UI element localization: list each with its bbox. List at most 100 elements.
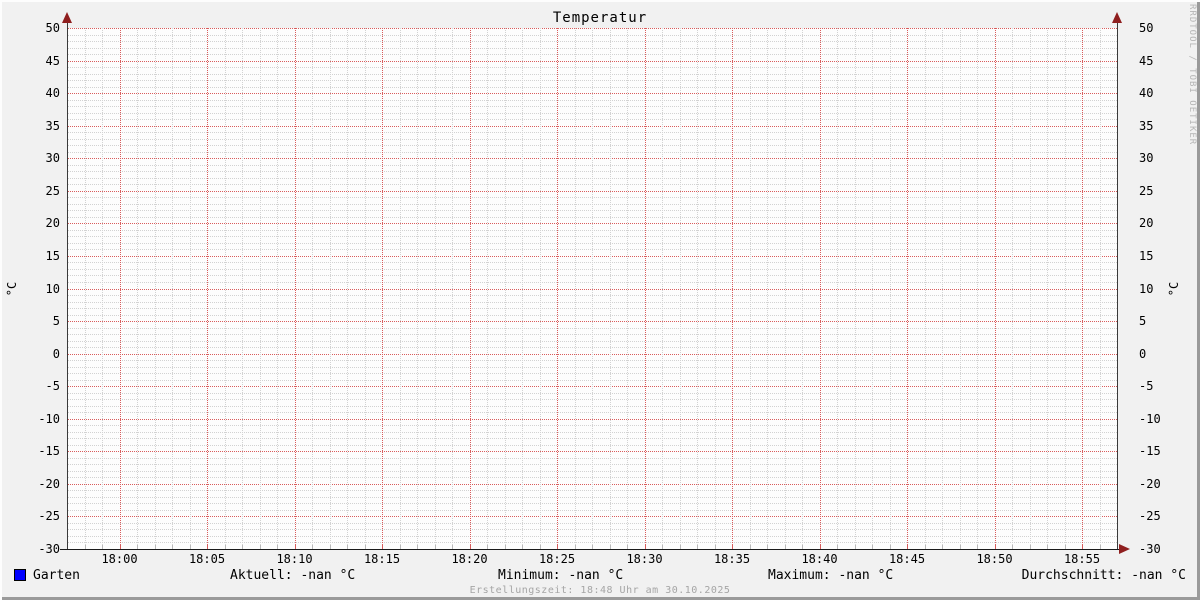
minor-gridline-v xyxy=(977,28,978,549)
minor-gridline-v xyxy=(347,28,348,549)
minor-gridline-v xyxy=(749,28,751,549)
minor-gridline-v xyxy=(259,28,261,549)
minor-gridline-v xyxy=(889,28,891,549)
minor-gridline-v xyxy=(609,28,611,549)
y-tick-label-right: 45 xyxy=(1139,53,1154,68)
minor-gridline-v xyxy=(277,28,278,549)
x-tick-label: 18:45 xyxy=(888,552,926,566)
y-tick-label-right: 35 xyxy=(1139,118,1154,133)
y-tick-label-right: 20 xyxy=(1139,216,1154,231)
minor-gridline-v xyxy=(662,28,663,549)
rrdtool-watermark: RRDTOOL / TOBI OETIKER xyxy=(1187,4,1197,146)
y-axis-arrow-right-icon xyxy=(1112,12,1122,23)
y-tick-label-left: -25 xyxy=(38,509,60,524)
creation-timestamp: Erstellungszeit: 18:48 Uhr am 30.10.2025 xyxy=(469,585,731,596)
y-tick-label-right: -10 xyxy=(1139,411,1161,426)
minor-gridline-v xyxy=(452,28,453,549)
major-gridline-v xyxy=(557,28,558,549)
y-tick-label-right: 10 xyxy=(1139,281,1154,296)
major-gridline-v xyxy=(207,28,208,549)
y-tick-label-right: 50 xyxy=(1139,21,1154,35)
y-tick-label-left: -20 xyxy=(38,476,60,491)
x-tick-label: 18:20 xyxy=(451,552,488,566)
x-tick-label: 18:05 xyxy=(188,552,226,566)
major-gridline-v xyxy=(644,28,646,549)
minor-gridline-v xyxy=(872,28,873,549)
y-tick-label-right: 30 xyxy=(1139,151,1154,166)
y-tick-label-left: -10 xyxy=(38,411,60,426)
legend-row: Garten Aktuell: -nan °C Minimum: -nan °C… xyxy=(0,567,1200,583)
y-tick-label-left: 20 xyxy=(45,216,60,231)
minor-gridline-v xyxy=(592,28,593,549)
y-tick-label-right: -30 xyxy=(1139,542,1161,556)
major-gridline-v xyxy=(1082,28,1083,549)
x-tick-label: 18:50 xyxy=(976,552,1013,566)
minor-gridline-v xyxy=(679,28,681,549)
minor-gridline-v xyxy=(574,28,576,549)
y-tick-label-left: 10 xyxy=(45,281,60,296)
x-tick-label: 18:25 xyxy=(538,552,576,566)
minor-gridline-v xyxy=(1029,28,1031,549)
x-axis-arrow-icon xyxy=(1119,544,1130,554)
major-gridline-v xyxy=(469,28,471,549)
y-tick-label-left: 45 xyxy=(45,53,60,68)
stat-minimum: Minimum: -nan °C xyxy=(498,568,624,583)
rrdtool-graph: Temperatur RRDTOOL / TOBI OETIKER °C °C … xyxy=(0,0,1200,600)
y-tick-label-left: 5 xyxy=(52,314,60,329)
stat-maximum: Maximum: -nan °C xyxy=(768,568,894,583)
y-axis-line-left xyxy=(67,18,68,549)
minor-gridline-v xyxy=(522,28,523,549)
y-tick-label-right: 25 xyxy=(1139,183,1154,198)
minor-gridline-v xyxy=(224,28,226,549)
x-tick-label: 18:35 xyxy=(713,552,751,566)
minor-gridline-v xyxy=(539,28,541,549)
y-tick-label-left: 0 xyxy=(52,346,60,361)
minor-gridline-v xyxy=(364,28,366,549)
major-gridline-v xyxy=(732,28,733,549)
minor-gridline-v xyxy=(837,28,838,549)
y-tick-label-left: 35 xyxy=(45,118,60,133)
major-gridline-v xyxy=(994,28,996,549)
y-tick-label-right: 15 xyxy=(1139,248,1154,263)
major-gridline-v xyxy=(294,28,296,549)
y-axis-arrow-left-icon xyxy=(62,12,72,23)
minor-gridline-v xyxy=(189,28,191,549)
minor-gridline-v xyxy=(942,28,943,549)
minor-gridline-v xyxy=(714,28,716,549)
minor-gridline-v xyxy=(1047,28,1048,549)
minor-gridline-v xyxy=(84,28,86,549)
minor-gridline-v xyxy=(1099,28,1101,549)
minor-gridline-v xyxy=(767,28,768,549)
minor-gridline-v xyxy=(399,28,401,549)
y-tick-label-left: 40 xyxy=(45,86,60,101)
minor-gridline-v xyxy=(172,28,173,549)
minor-gridline-v xyxy=(697,28,698,549)
minor-gridline-v xyxy=(802,28,803,549)
major-gridline-v xyxy=(819,28,821,549)
y-tick-label-left: 15 xyxy=(45,248,60,263)
y-tick-label-right: 40 xyxy=(1139,86,1154,101)
y-tick-label-right: -5 xyxy=(1139,379,1154,394)
y-tick-label-right: -20 xyxy=(1139,476,1161,491)
y-tick-label-right: -15 xyxy=(1139,444,1161,459)
y-tick-label-left: 25 xyxy=(45,183,60,198)
minor-gridline-v xyxy=(417,28,418,549)
x-tick-label: 18:10 xyxy=(276,552,313,566)
minor-gridline-v xyxy=(627,28,628,549)
minor-gridline-v xyxy=(1064,28,1066,549)
y-tick-label-left: -15 xyxy=(38,444,60,459)
major-gridline-v xyxy=(907,28,908,549)
x-tick-label: 18:15 xyxy=(363,552,401,566)
minor-gridline-v xyxy=(312,28,313,549)
x-axis-line xyxy=(60,549,1119,550)
minor-gridline-v xyxy=(504,28,506,549)
minor-gridline-v xyxy=(784,28,786,549)
y-tick-label-right: 0 xyxy=(1139,346,1147,361)
y-tick-label-left: 50 xyxy=(45,21,60,35)
x-tick-label: 18:00 xyxy=(101,552,138,566)
minor-gridline-v xyxy=(329,28,331,549)
minor-gridline-v xyxy=(924,28,926,549)
minor-gridline-v xyxy=(242,28,243,549)
y-tick-label-left: 30 xyxy=(45,151,60,166)
minor-gridline-v xyxy=(434,28,436,549)
